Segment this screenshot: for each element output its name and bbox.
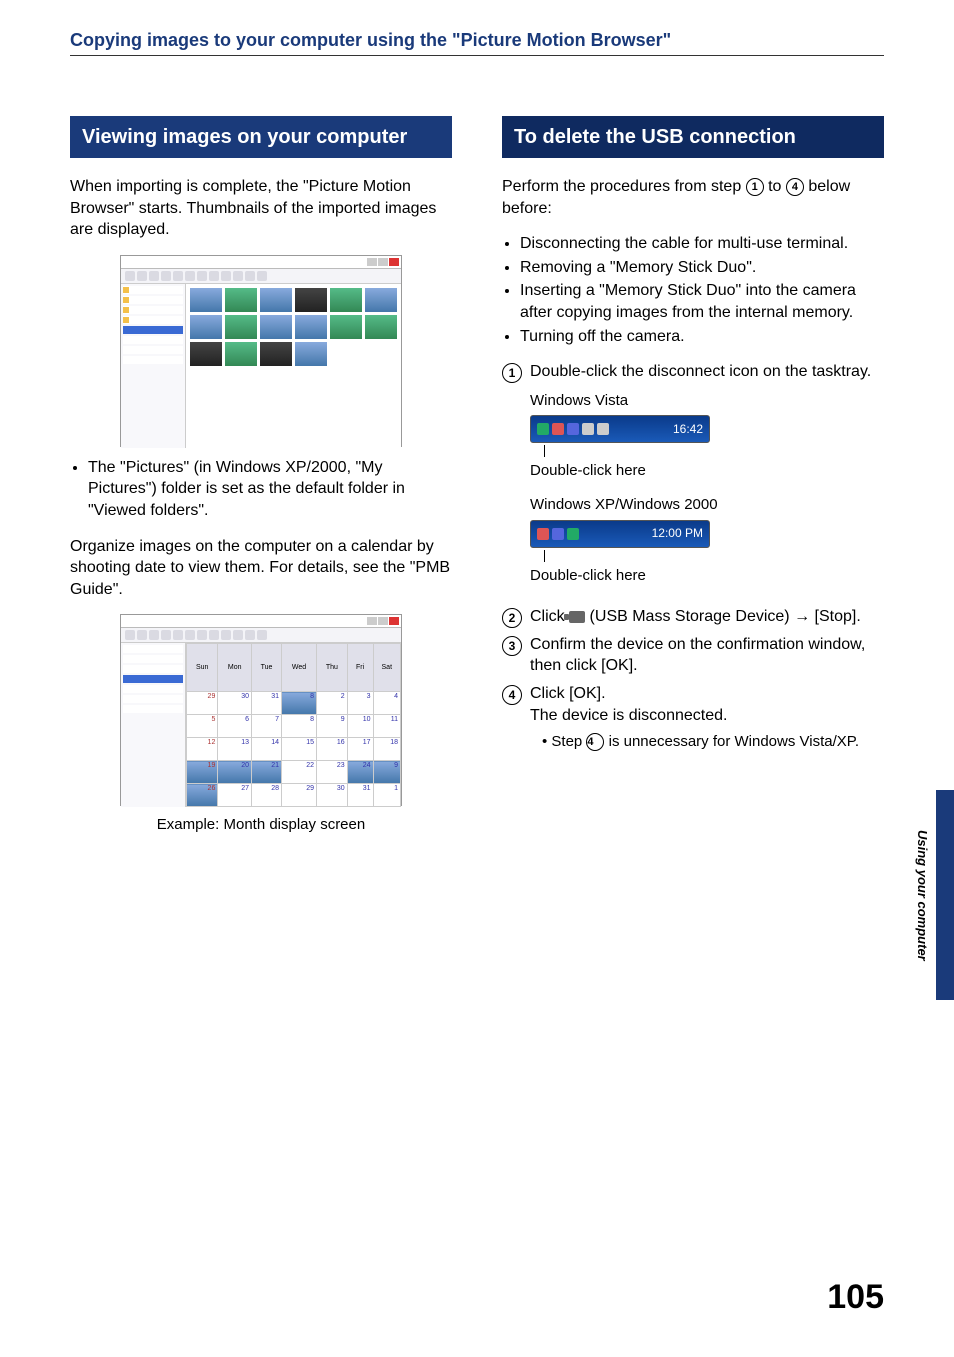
precondition-item: Disconnecting the cable for multi-use te… <box>520 233 884 255</box>
step-1-text: Double-click the disconnect icon on the … <box>530 363 871 380</box>
page-number: 105 <box>827 1278 884 1317</box>
left-column: Viewing images on your computer When imp… <box>70 116 452 853</box>
tasktray-time-vista: 16:42 <box>673 421 703 437</box>
label-windows-xp-2000: Windows XP/Windows 2000 <box>530 495 884 515</box>
figure-caption-month: Example: Month display screen <box>70 816 452 833</box>
precondition-item: Inserting a "Memory Stick Duo" into the … <box>520 280 884 323</box>
step-4: 4 Click [OK]. The device is disconnected… <box>502 683 884 726</box>
step-2-text-b: (USB Mass Storage Device) → [Stop]. <box>585 608 861 625</box>
page-header-title: Copying images to your computer using th… <box>70 30 884 51</box>
step-2: 2 Click (USB Mass Storage Device) → [Sto… <box>502 606 884 628</box>
figure-tasktray-vista: 16:42 <box>530 415 710 443</box>
step-4-text-b: The device is disconnected. <box>530 707 727 724</box>
circled-1-icon: 1 <box>746 178 764 196</box>
side-tab-label: Using your computer <box>912 790 932 1000</box>
figure-tasktray-xp: 12:00 PM <box>530 520 710 548</box>
usb-device-icon <box>569 611 585 623</box>
circled-3-icon: 3 <box>502 636 522 656</box>
figure-pmb-calendar: SunMonTueWedThuFriSat 2930318234 5678910… <box>120 614 402 806</box>
precondition-item: Turning off the camera. <box>520 326 884 348</box>
section-heading-viewing: Viewing images on your computer <box>70 116 452 158</box>
step-3-text: Confirm the device on the confirmation w… <box>530 634 884 677</box>
side-tab-marker <box>936 790 954 1000</box>
label-double-click-here: Double-click here <box>530 566 884 586</box>
left-organize-paragraph: Organize images on the computer on a cal… <box>70 536 452 601</box>
circled-2-icon: 2 <box>502 608 522 628</box>
precondition-item: Removing a "Memory Stick Duo". <box>520 257 884 279</box>
right-column: To delete the USB connection Perform the… <box>502 116 884 853</box>
circled-4-icon: 4 <box>786 178 804 196</box>
figure-pmb-thumbnails <box>120 255 402 447</box>
pointer-line-icon <box>544 550 545 562</box>
circled-1-icon: 1 <box>502 363 522 383</box>
left-intro-paragraph: When importing is complete, the "Picture… <box>70 176 452 241</box>
circled-4-icon: 4 <box>502 685 522 705</box>
step-4-note: • Step 4 is unnecessary for Windows Vist… <box>542 732 884 752</box>
right-intro-paragraph: Perform the procedures from step 1 to 4 … <box>502 176 884 219</box>
section-heading-delete-usb: To delete the USB connection <box>502 116 884 158</box>
circled-4-icon: 4 <box>586 733 604 751</box>
pointer-line-icon <box>544 445 545 457</box>
tasktray-time-xp: 12:00 PM <box>652 525 703 541</box>
step-4-text-a: Click [OK]. <box>530 685 606 702</box>
step-3: 3 Confirm the device on the confirmation… <box>502 634 884 677</box>
header-rule <box>70 55 884 56</box>
step-1: 1 Double-click the disconnect icon on th… <box>502 361 884 600</box>
precondition-list: Disconnecting the cable for multi-use te… <box>502 233 884 347</box>
left-bullet-default-folder: The "Pictures" (in Windows XP/2000, "My … <box>88 457 452 522</box>
label-double-click-here: Double-click here <box>530 461 884 481</box>
label-windows-vista: Windows Vista <box>530 391 884 411</box>
